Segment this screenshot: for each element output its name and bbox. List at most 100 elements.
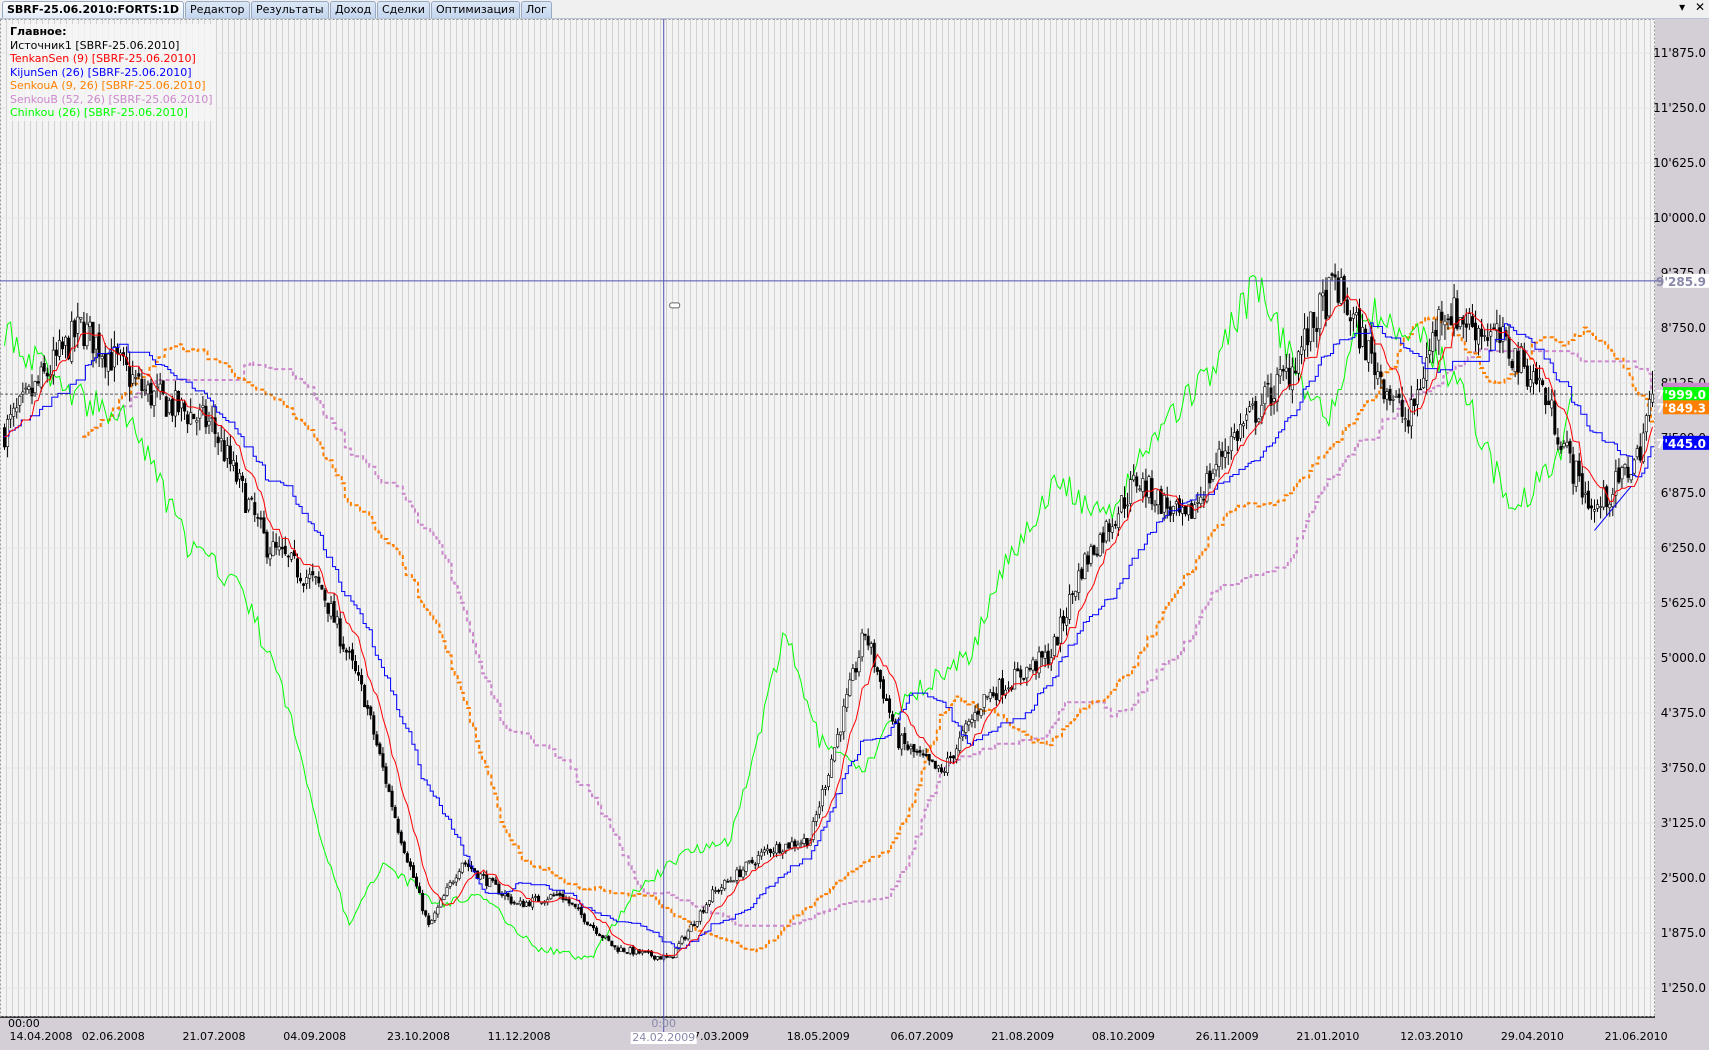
price-chart[interactable]: 11'875.011'250.010'625.010'000.09'375.08… [0,19,1709,1050]
candle-body [1336,277,1340,303]
candle-body [1644,415,1648,433]
candle-body [350,649,354,661]
candle [1098,532,1102,558]
candle-body [1406,420,1410,427]
candle-body [982,694,986,708]
price-tag: 7'999.0 [1656,388,1706,402]
candle-body [1306,328,1310,346]
candle-body [375,734,379,746]
candle-body [579,907,583,915]
candle-body [839,731,843,736]
candle-body [1574,460,1578,487]
candle-body [1577,460,1581,477]
candle-body [1544,387,1548,406]
candle-body [1296,351,1300,374]
candle-body [1400,399,1404,417]
candle-body [1388,388,1392,401]
candle-body [277,546,281,551]
candle-body [198,409,202,419]
candle-body [85,323,89,347]
candle-body [1303,328,1307,351]
candle-body [1119,495,1123,513]
candle-body [366,705,370,709]
candle-body [308,573,312,579]
tab-0[interactable]: SBRF-25.06.2010:FORTS:1D [2,1,184,18]
candle-body [390,790,394,808]
candle-body [1135,476,1139,487]
candle-body [1086,555,1090,565]
candle-body [689,924,693,932]
candle-body [692,923,696,927]
candle-body [558,892,562,896]
candle-body [143,389,147,392]
candle-body [1019,669,1023,678]
candle-body [15,407,19,413]
candle-body [891,714,895,722]
candle-body [573,903,577,907]
candle-body [1269,387,1273,406]
menu-dropdown-icon[interactable]: ▾ [1679,0,1685,14]
candle-body [717,889,721,892]
candle [387,783,391,793]
tab-5[interactable]: Оптимизация [431,1,520,18]
x-tick-label: 26.11.2009 [1196,1030,1259,1043]
y-tick-label: 1'250.0 [1661,981,1706,995]
x-tick-label: 12.03.2010 [1400,1030,1463,1043]
candle-body [1415,389,1419,405]
candle-body [207,420,211,426]
candle-body [137,373,141,377]
candle-body [1199,496,1203,504]
candle-body [1202,498,1206,501]
candle-body [451,881,455,884]
candle-body [1367,340,1371,363]
close-icon[interactable]: ✕ [1695,0,1705,14]
candle-body [830,758,834,778]
candle-body [1007,687,1011,690]
candle-body [659,956,663,960]
candle-body [314,576,318,578]
candle [1104,519,1108,544]
candle-body [219,438,223,442]
candle-body [1266,382,1270,385]
candle-body [881,679,885,699]
candle-body [1055,636,1059,646]
candle-body [1220,451,1224,457]
candle-body [604,935,608,938]
candle-body [1068,594,1072,620]
candle-body [1061,615,1065,624]
candle-body [1153,504,1157,506]
tab-2[interactable]: Результаты [251,1,329,18]
tab-4[interactable]: Сделки [377,1,430,18]
candle-body [1000,678,1004,696]
candle-body [1632,459,1636,474]
candle-body [1181,506,1185,514]
candle-body [9,414,13,420]
tab-1[interactable]: Редактор [185,1,250,18]
candle-body [680,936,684,944]
candle-body [1013,669,1017,690]
candle-body [897,722,901,749]
crosshair-handle[interactable] [669,302,681,309]
candle-body [1254,401,1258,423]
candle-body [1104,521,1108,542]
candle-body [1617,467,1621,483]
candle-body [530,897,534,908]
candle-body [396,818,400,833]
candle-body [878,669,882,682]
candle [1119,495,1123,514]
tab-3[interactable]: Доход [330,1,377,18]
candle-body [1126,504,1130,507]
candle-body [1123,497,1127,509]
candle-body [238,472,242,480]
legend-item: Источник1 [SBRF-25.06.2010] [10,38,180,52]
tab-6[interactable]: Лог [521,1,552,18]
candle-body [497,883,501,895]
candle-body [231,460,235,466]
candle-body [408,861,412,867]
candle-body [488,878,492,888]
candle-body [1538,377,1542,381]
candle-body [726,881,730,883]
candle-body [985,695,989,698]
candle-body [500,894,504,896]
candle-body [930,759,934,762]
